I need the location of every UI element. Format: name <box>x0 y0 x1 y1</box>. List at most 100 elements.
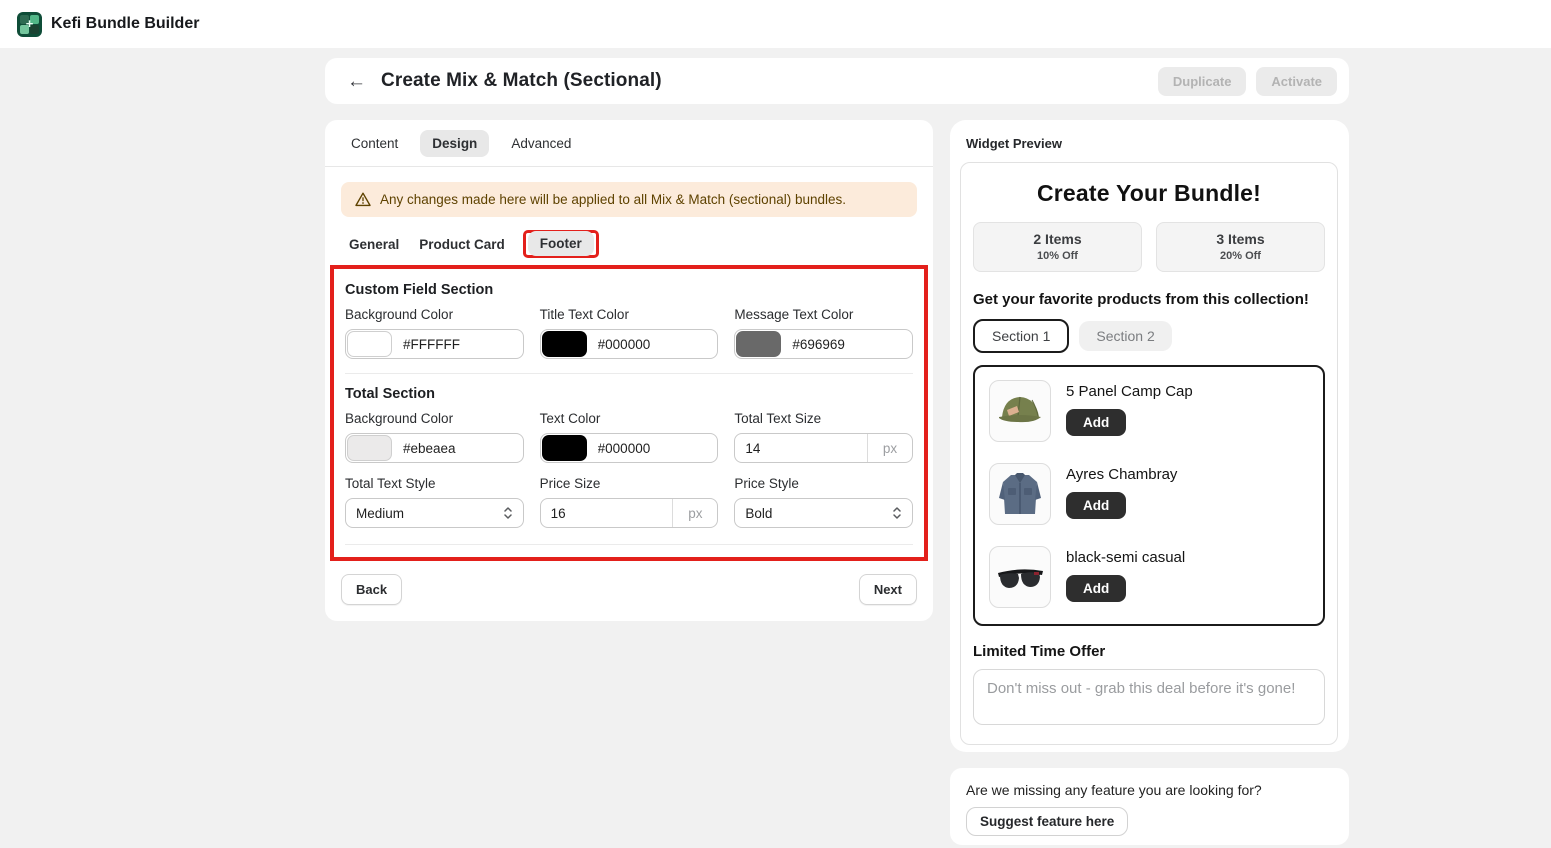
field-cfs-title-text-color: Title Text Color <box>540 307 719 359</box>
section-tabs: Section 1 Section 2 <box>973 319 1325 353</box>
duplicate-button[interactable]: Duplicate <box>1158 67 1247 96</box>
hex-value-input[interactable] <box>588 441 718 456</box>
page-header: ← Create Mix & Match (Sectional) Duplica… <box>325 58 1349 104</box>
warning-text: Any changes made here will be applied to… <box>380 192 846 207</box>
product-image-jacket <box>989 463 1051 525</box>
color-input <box>345 329 524 359</box>
top-app-bar: + Kefi Bundle Builder <box>0 0 1551 48</box>
subtab-product-card[interactable]: Product Card <box>417 231 507 258</box>
tab-content[interactable]: Content <box>347 130 402 157</box>
size-input: px <box>734 433 913 463</box>
color-input <box>540 329 719 359</box>
select-updown-icon <box>892 506 902 520</box>
product-name: Ayres Chambray <box>1066 466 1177 483</box>
field-label: Background Color <box>345 411 524 426</box>
app-name: Kefi Bundle Builder <box>51 15 199 33</box>
bundle-widget: Create Your Bundle! 2 Items 10% Off 3 It… <box>960 162 1338 745</box>
product-row: Ayres Chambray Add <box>989 463 1309 525</box>
subtab-footer[interactable]: Footer <box>528 231 594 256</box>
page-title: Create Mix & Match (Sectional) <box>381 70 662 92</box>
feature-request-question: Are we missing any feature you are looki… <box>966 782 1333 798</box>
tab-design[interactable]: Design <box>420 130 489 157</box>
footer-settings-annotation: Custom Field Section Background Color Ti… <box>330 265 928 561</box>
activate-button[interactable]: Activate <box>1256 67 1337 96</box>
tier-options: 2 Items 10% Off 3 Items 20% Off <box>973 222 1325 272</box>
offer-message-input[interactable] <box>973 669 1325 725</box>
px-suffix: px <box>867 434 912 462</box>
product-image-cap <box>989 380 1051 442</box>
product-name: 5 Panel Camp Cap <box>1066 383 1193 400</box>
color-input <box>734 329 913 359</box>
hex-value-input[interactable] <box>782 337 912 352</box>
widget-preview-panel: Widget Preview Create Your Bundle! 2 Ite… <box>950 120 1349 752</box>
color-swatch[interactable] <box>347 331 392 357</box>
field-total-background-color: Background Color <box>345 411 524 463</box>
px-suffix: px <box>672 499 717 527</box>
product-image-sunglasses <box>989 546 1051 608</box>
field-cfs-background-color: Background Color <box>345 307 524 359</box>
field-price-size: Price Size px <box>540 476 719 528</box>
warning-banner: Any changes made here will be applied to… <box>341 182 917 217</box>
add-product-button[interactable]: Add <box>1066 409 1126 436</box>
back-button[interactable]: Back <box>341 574 402 605</box>
limited-time-offer-label: Limited Time Offer <box>973 643 1325 660</box>
select-updown-icon <box>503 506 513 520</box>
section-1-tab[interactable]: Section 1 <box>973 319 1069 353</box>
field-label: Title Text Color <box>540 307 719 322</box>
wizard-nav: Back Next <box>325 561 933 605</box>
color-swatch[interactable] <box>736 331 781 357</box>
tier-discount-label: 20% Off <box>1157 250 1324 262</box>
hex-value-input[interactable] <box>393 337 523 352</box>
custom-field-section-heading: Custom Field Section <box>345 282 913 298</box>
product-row: 5 Panel Camp Cap Add <box>989 380 1309 442</box>
subtab-general[interactable]: General <box>347 231 401 258</box>
field-label: Total Text Style <box>345 476 524 491</box>
products-list: 5 Panel Camp Cap Add <box>973 365 1325 626</box>
color-input <box>540 433 719 463</box>
size-value-input[interactable] <box>541 506 673 521</box>
color-input <box>345 433 524 463</box>
section-2-tab[interactable]: Section 2 <box>1079 321 1171 351</box>
size-value-input[interactable] <box>735 441 867 456</box>
field-price-style: Price Style Bold <box>734 476 913 528</box>
hex-value-input[interactable] <box>588 337 718 352</box>
add-product-button[interactable]: Add <box>1066 492 1126 519</box>
design-subtabs: General Product Card Footer <box>325 217 933 258</box>
field-label: Price Style <box>734 476 913 491</box>
collection-message: Get your favorite products from this col… <box>973 291 1325 308</box>
color-swatch[interactable] <box>542 435 587 461</box>
field-label: Price Size <box>540 476 719 491</box>
total-section-heading: Total Section <box>345 386 913 402</box>
tier-items-label: 2 Items <box>974 231 1141 247</box>
tier-discount-label: 10% Off <box>974 250 1141 262</box>
product-row: black-semi casual Add <box>989 546 1309 608</box>
color-swatch[interactable] <box>542 331 587 357</box>
field-total-text-style: Total Text Style Medium <box>345 476 524 528</box>
header-actions: Duplicate Activate <box>1158 67 1337 96</box>
warning-triangle-icon <box>355 192 371 207</box>
widget-preview-title: Widget Preview <box>950 120 1349 151</box>
select-value: Medium <box>356 506 404 521</box>
suggest-feature-button[interactable]: Suggest feature here <box>966 807 1128 836</box>
total-text-style-select[interactable]: Medium <box>345 498 524 528</box>
color-swatch[interactable] <box>347 435 392 461</box>
field-label: Background Color <box>345 307 524 322</box>
price-style-select[interactable]: Bold <box>734 498 913 528</box>
tab-advanced[interactable]: Advanced <box>507 130 575 157</box>
field-total-text-size: Total Text Size px <box>734 411 913 463</box>
tier-2-items[interactable]: 2 Items 10% Off <box>973 222 1142 272</box>
select-value: Bold <box>745 506 772 521</box>
field-label: Total Text Size <box>734 411 913 426</box>
next-button[interactable]: Next <box>859 574 917 605</box>
feature-request-card: Are we missing any feature you are looki… <box>950 768 1349 845</box>
tier-3-items[interactable]: 3 Items 20% Off <box>1156 222 1325 272</box>
field-total-text-color: Text Color <box>540 411 719 463</box>
app-logo-icon: + <box>17 12 42 37</box>
back-arrow-icon[interactable]: ← <box>347 72 366 91</box>
footer-tab-annotation: Footer <box>523 230 599 258</box>
field-label: Message Text Color <box>734 307 913 322</box>
add-product-button[interactable]: Add <box>1066 575 1126 602</box>
bundle-widget-title: Create Your Bundle! <box>973 180 1325 207</box>
hex-value-input[interactable] <box>393 441 523 456</box>
product-name: black-semi casual <box>1066 549 1185 566</box>
